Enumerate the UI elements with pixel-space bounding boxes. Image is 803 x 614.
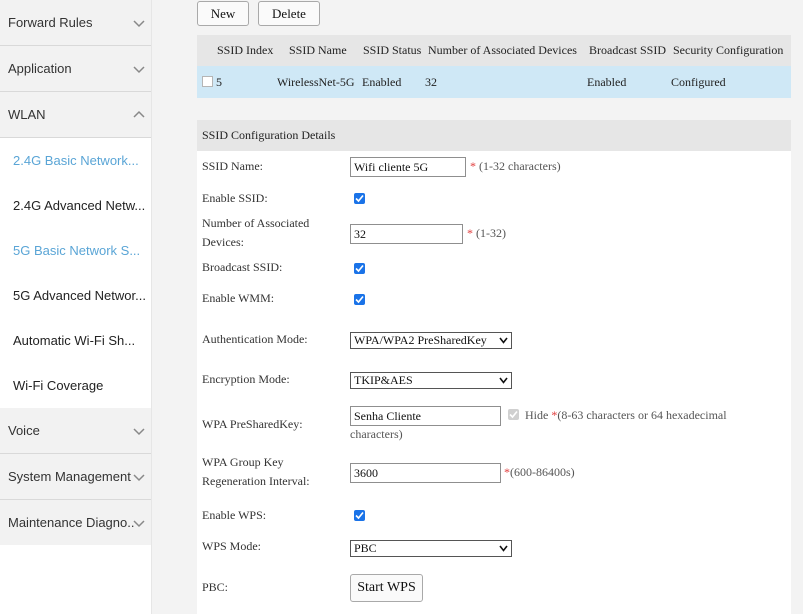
- pbc-label: PBC:: [202, 580, 229, 594]
- dropdown-arrow-icon: [499, 545, 508, 552]
- column-header: Security Configuration: [673, 43, 784, 57]
- devices-cell: 32: [425, 74, 437, 89]
- chevron-down-icon: [133, 427, 145, 435]
- ssid-table-header: SSID Index SSID Name SSID Status Number …: [197, 35, 791, 66]
- wps-mode-label: WPS Mode:: [202, 539, 262, 553]
- menu-forward-rules[interactable]: Forward Rules: [0, 0, 151, 46]
- hint-text: (1-32 characters): [479, 159, 561, 173]
- devices-input[interactable]: [350, 224, 463, 244]
- ssid-index-cell: 5: [216, 74, 222, 89]
- sidebar-item-5g-basic[interactable]: 5G Basic Network S...: [0, 228, 151, 273]
- column-header: SSID Index: [217, 43, 274, 57]
- hint-text: (8-63 characters or 64 hexadecimal: [557, 408, 727, 422]
- group-key-interval-input[interactable]: [350, 463, 501, 483]
- menu-label: Application: [8, 61, 72, 76]
- devices-label-line1: Number of Associated: [202, 216, 310, 230]
- sidebar-item-auto-wifi[interactable]: Automatic Wi-Fi Sh...: [0, 318, 151, 363]
- devices-hint: * (1-32): [467, 226, 506, 241]
- delete-button[interactable]: Delete: [258, 1, 320, 26]
- chevron-down-icon: [133, 19, 145, 27]
- menu-label: Forward Rules: [8, 15, 93, 30]
- enable-wmm-label: Enable WMM:: [202, 291, 275, 305]
- ssid-name-cell: WirelessNet-5G: [277, 74, 355, 89]
- chevron-down-icon: [133, 65, 145, 73]
- selected-value: TKIP&AES: [354, 373, 413, 387]
- enable-wmm-checkbox[interactable]: [354, 294, 365, 305]
- sidebar-item-label: 2.4G Basic Network...: [13, 153, 139, 168]
- broadcast-ssid-checkbox[interactable]: [354, 263, 365, 274]
- selected-value: WPA/WPA2 PreSharedKey: [354, 333, 487, 347]
- menu-voice[interactable]: Voice: [0, 408, 151, 454]
- sidebar-item-label: 5G Advanced Networ...: [13, 288, 146, 303]
- auth-mode-select[interactable]: WPA/WPA2 PreSharedKey: [350, 332, 512, 349]
- encryption-mode-label: Encryption Mode:: [202, 372, 290, 386]
- enable-wps-label: Enable WPS:: [202, 508, 267, 522]
- broadcast-cell: Enabled: [587, 74, 627, 89]
- auth-mode-label: Authentication Mode:: [202, 332, 308, 346]
- menu-label: Voice: [8, 423, 40, 438]
- ssid-status-cell: Enabled: [362, 74, 402, 89]
- menu-label: System Management: [8, 469, 131, 484]
- sidebar-item-24g-basic[interactable]: 2.4G Basic Network...: [0, 138, 151, 183]
- required-mark: *: [470, 159, 476, 173]
- enable-wps-checkbox[interactable]: [354, 510, 365, 521]
- chevron-up-icon: [133, 110, 145, 118]
- sidebar-item-wifi-coverage[interactable]: Wi-Fi Coverage: [0, 363, 151, 408]
- menu-wlan[interactable]: WLAN: [0, 92, 151, 138]
- column-header: SSID Status: [363, 43, 422, 57]
- sidebar-item-label: 2.4G Advanced Netw...: [13, 198, 146, 213]
- psk-input[interactable]: [350, 406, 501, 426]
- column-header: Broadcast SSID: [589, 43, 666, 57]
- ssid-name-label: SSID Name:: [202, 159, 263, 173]
- sidebar-item-label: 5G Basic Network S...: [13, 243, 141, 258]
- devices-label-line2: Devices:: [202, 235, 244, 249]
- sidebar-item-24g-advanced[interactable]: 2.4G Advanced Netw...: [0, 183, 151, 228]
- sidebar-item-5g-advanced[interactable]: 5G Advanced Networ...: [0, 273, 151, 318]
- dropdown-arrow-icon: [499, 377, 508, 384]
- table-row[interactable]: 5 WirelessNet-5G Enabled 32 Enabled Conf…: [197, 66, 791, 98]
- ssid-name-hint: * (1-32 characters): [470, 159, 561, 174]
- hide-psk-checkbox[interactable]: [508, 409, 519, 420]
- menu-label: WLAN: [8, 107, 46, 122]
- new-button[interactable]: New: [197, 1, 249, 26]
- enable-ssid-checkbox[interactable]: [354, 193, 365, 204]
- broadcast-ssid-label: Broadcast SSID:: [202, 260, 283, 274]
- sidebar: Forward Rules Application WLAN 2.4G Basi…: [0, 0, 152, 614]
- selected-value: PBC: [354, 541, 377, 555]
- group-key-hint: *(600-86400s): [504, 465, 575, 480]
- menu-maintenance-diagnosis[interactable]: Maintenance Diagno..: [0, 500, 151, 546]
- row-checkbox[interactable]: [202, 76, 213, 87]
- menu-application[interactable]: Application: [0, 46, 151, 92]
- menu-label: Maintenance Diagno..: [8, 515, 135, 530]
- main-content: New Delete SSID Index SSID Name SSID Sta…: [152, 0, 803, 614]
- security-cell: Configured: [671, 74, 726, 89]
- ssid-config-panel: SSID Configuration Details SSID Name: * …: [197, 120, 791, 614]
- chevron-down-icon: [133, 473, 145, 481]
- group-key-label-line2: Regeneration Interval:: [202, 474, 310, 488]
- menu-system-management[interactable]: System Management: [0, 454, 151, 500]
- psk-hint: Hide *(8-63 characters or 64 hexadecimal: [525, 408, 727, 423]
- enable-ssid-label: Enable SSID:: [202, 191, 268, 205]
- sidebar-item-label: Automatic Wi-Fi Sh...: [13, 333, 136, 348]
- required-mark: *: [467, 226, 473, 240]
- ssid-name-input[interactable]: [350, 157, 466, 177]
- chevron-down-icon: [133, 519, 145, 527]
- column-header: SSID Name: [289, 43, 347, 57]
- psk-hint-continued: characters): [350, 427, 403, 441]
- psk-label: WPA PreSharedKey:: [202, 417, 303, 431]
- hint-text: (1-32): [476, 226, 506, 240]
- column-header: Number of Associated Devices: [428, 43, 577, 57]
- group-key-label-line1: WPA Group Key: [202, 455, 284, 469]
- hint-text: (600-86400s): [510, 465, 575, 479]
- encryption-mode-select[interactable]: TKIP&AES: [350, 372, 512, 389]
- start-wps-button[interactable]: Start WPS: [350, 574, 423, 602]
- dropdown-arrow-icon: [499, 337, 508, 344]
- hide-label: Hide: [525, 408, 549, 422]
- wps-mode-select[interactable]: PBC: [350, 540, 512, 557]
- sidebar-item-label: Wi-Fi Coverage: [13, 378, 104, 393]
- panel-title: SSID Configuration Details: [197, 120, 791, 151]
- sidebar-empty-area: [0, 545, 151, 614]
